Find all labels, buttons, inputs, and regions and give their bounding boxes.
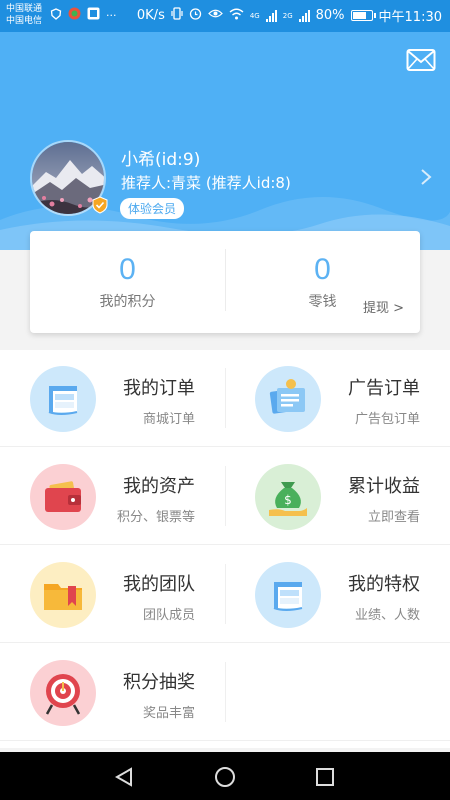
menu-item-my-privileges[interactable]: 我的特权 业绩、人数 [225,546,450,643]
points-summary[interactable]: 0 我的积分 [30,231,225,333]
points-card: 0 我的积分 0 零钱 提现 > [30,231,420,333]
menu-row: 我的订单 商城订单 广告订单 广告包订单 [0,350,450,447]
menu-item-my-assets[interactable]: 我的资产 积分、银票等 [0,448,225,545]
menu-title: 积分抽奖 [123,672,195,693]
home-icon[interactable] [214,766,236,788]
alarm-icon [189,7,202,24]
network-type-1: 4G [249,11,260,20]
username: 小希(id:9) [121,150,201,170]
system-status: 0K/s 4G 2G 80% 中午11:30 [137,6,442,25]
clock: 中午11:30 [378,10,442,25]
menu-subtitle: 奖品丰富 [142,706,195,721]
notification-icons: ··· [50,7,117,23]
menu-item-ad-orders[interactable]: 广告订单 广告包订单 [225,350,450,447]
change-summary[interactable]: 0 零钱 [225,231,420,333]
change-value: 0 [314,253,331,286]
app-icon [68,7,81,23]
app-icon-2 [87,7,100,23]
menu-subtitle: 团队成员 [142,608,195,623]
chevron-right-icon[interactable] [420,168,432,186]
menu-title: 累计收益 [348,476,420,497]
menu-row: 积分抽奖 奖品丰富 [0,644,450,741]
vibrate-icon [171,7,183,24]
wifi-icon [229,8,244,24]
carrier-1: 中国联通 [6,4,43,14]
signal-icon-2 [298,9,310,22]
eye-icon [207,8,223,23]
signal-icon [265,9,277,22]
carrier-info: 中国联通 中国电信 [6,3,42,27]
menu-item-my-team[interactable]: 我的团队 团队成员 [0,546,225,643]
menu-subtitle: 广告包订单 [354,412,420,427]
mail-icon[interactable] [406,48,436,72]
status-bar: 中国联通 中国电信 ··· 0K/s 4G 2G 80% 中午11:30 [0,0,450,32]
wallet-icon [30,464,96,530]
menu-subtitle: 商城订单 [142,412,195,427]
back-icon[interactable] [113,766,135,788]
menu-item-cumulative-earnings[interactable]: $ 累计收益 立即查看 [225,448,450,545]
menu-row: 我的团队 团队成员 我的特权 业绩、人数 [0,546,450,643]
network-type-2: 2G [282,11,293,20]
folder-icon [30,562,96,628]
profile-header: 小希(id:9) 推荐人:青菜 (推荐人id:8) 体验会员 [0,32,450,250]
shield-icon [50,7,62,23]
orders-icon [30,366,96,432]
menu-item-my-orders[interactable]: 我的订单 商城订单 [0,350,225,447]
ad-orders-icon [255,366,321,432]
menu-subtitle: 积分、银票等 [116,510,195,525]
withdraw-link[interactable]: 提现 > [363,297,404,316]
battery-icon [350,10,376,21]
menu-title: 我的特权 [348,574,420,595]
menu-title: 广告订单 [348,378,420,399]
referrer-info: 推荐人:青菜 (推荐人id:8) [121,174,291,192]
target-icon [30,660,96,726]
points-value: 0 [119,253,136,286]
menu-title: 我的资产 [123,476,195,497]
privilege-icon [255,562,321,628]
divider [225,662,226,722]
menu-subtitle: 业绩、人数 [354,608,420,623]
battery-percent: 80% [315,8,345,23]
menu-title: 我的订单 [123,378,195,399]
points-label: 我的积分 [99,294,156,310]
menu-row: 我的资产 积分、银票等 $ 累计收益 立即查看 [0,448,450,545]
menu-grid: 我的订单 商城订单 广告订单 广告包订单 我的资产 积分、银票等 $ 累计收益 … [0,350,450,748]
menu-title: 我的团队 [123,574,195,595]
recents-icon[interactable] [314,766,336,788]
system-nav-bar [0,752,450,800]
member-badge: 体验会员 [120,198,185,219]
svg-text:$: $ [284,493,292,507]
more-notifications: ··· [106,8,117,22]
money-bag-icon: $ [255,464,321,530]
carrier-2: 中国电信 [6,16,43,26]
menu-subtitle: 立即查看 [367,510,420,525]
network-speed: 0K/s [136,8,165,23]
menu-item-points-lottery[interactable]: 积分抽奖 奖品丰富 [0,644,225,741]
verified-icon [91,196,109,214]
